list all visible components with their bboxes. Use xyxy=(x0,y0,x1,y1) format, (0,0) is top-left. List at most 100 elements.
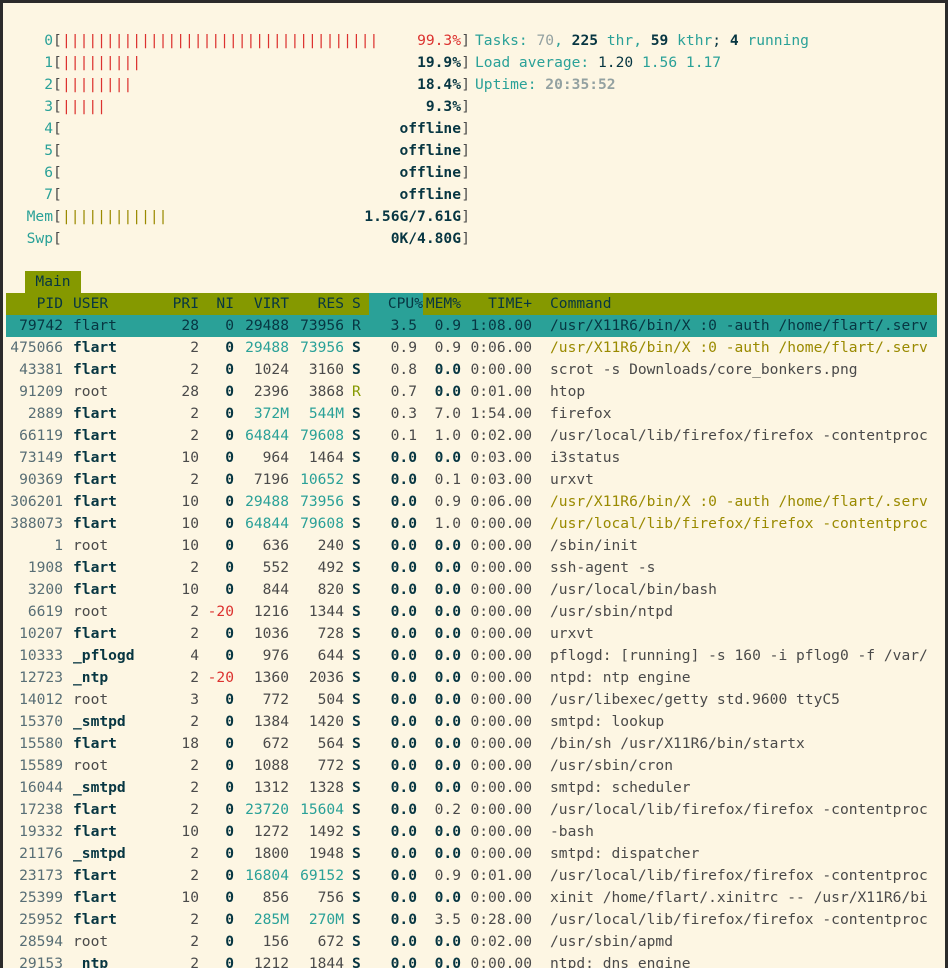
process-pid: 12723 xyxy=(19,669,63,686)
col-pid[interactable]: PID xyxy=(6,293,63,315)
process-row[interactable]: 1 root 10 0 636 240 S 0.0 0.0 0:00.00/sbin/init xyxy=(6,535,937,557)
col-virt[interactable]: VIRT xyxy=(236,293,289,315)
process-s: S xyxy=(352,735,361,752)
column-header: PID USER PRI NI VIRT RES S CPU% MEM% TIM… xyxy=(6,293,937,315)
process-cpu: 0.0 xyxy=(390,889,417,906)
process-pid: 90369 xyxy=(19,471,63,488)
process-s: S xyxy=(352,889,361,906)
process-row[interactable]: 1908 flart 2 0 552 492 S 0.0 0.0 0:00.00 ssh-agent… xyxy=(6,557,937,579)
process-row[interactable]: 25399 flart 10 0 856 756 S 0.0 0.0 0:00.00 xinit /… xyxy=(6,887,937,909)
process-ni: -20 xyxy=(207,669,234,686)
col-pri[interactable]: PRI xyxy=(156,293,199,315)
process-ni: 0 xyxy=(225,537,234,554)
process-row[interactable]: 14012 root 3 0 772 504 S 0.0 0.0 0:00.00/usr/libe… xyxy=(6,689,937,711)
process-res: 504 xyxy=(317,691,344,708)
meter-label: Mem xyxy=(26,208,53,225)
process-pid: 388073 xyxy=(10,515,63,532)
process-s: S xyxy=(352,801,361,818)
process-row[interactable]: 475066 flart 2 0 29488 73956 S 0.9 0.9 0:06.00/us… xyxy=(6,337,937,359)
meter-bar: ||||||||| xyxy=(62,54,142,71)
process-pri: 10 xyxy=(181,537,199,554)
mem-meter: Mem[|||||||||||| 1.56G/7.61G] xyxy=(3,206,473,228)
process-s: S xyxy=(352,581,361,598)
process-row[interactable]: 21176 _smtpd 2 0 1800 1948 S 0.0 0.0 0:00.00 smtpd… xyxy=(6,843,937,865)
process-s: S xyxy=(352,339,361,356)
process-mem: 0.0 xyxy=(434,779,461,796)
process-pri: 2 xyxy=(190,427,199,444)
process-res: 544M xyxy=(308,405,344,422)
process-command: /usr/local/lib/firefox/firefox -contentp… xyxy=(550,911,928,928)
process-pid: 10333 xyxy=(19,647,63,664)
process-command: smtpd: lookup xyxy=(550,713,665,730)
tab-main[interactable]: Main xyxy=(25,271,81,293)
process-row[interactable]: 15580 flart 18 0 672 564 S 0.0 0.0 0:00.00/bin/sh… xyxy=(6,733,937,755)
process-row[interactable]: 10333 _pflogd 4 0 976 644 S 0.0 0.0 0:00.00 pflogd… xyxy=(6,645,937,667)
process-row[interactable]: 23173 flart 2 0 16804 69152 S 0.0 0.9 0:01.00/usr… xyxy=(6,865,937,887)
process-s: S xyxy=(352,933,361,950)
process-s: S xyxy=(352,691,361,708)
cpu-meter-0: 0[|||||||||||||||||||||||||||||||||||| 99… xyxy=(3,30,473,52)
process-virt: 1384 xyxy=(253,713,289,730)
process-command: i3status xyxy=(550,449,621,466)
col-mem[interactable]: MEM% xyxy=(423,293,461,315)
meter-open-bracket: [ xyxy=(53,208,62,225)
process-row[interactable]: 25952 flart 2 0 285M 270M S 0.0 3.5 0:28.00/usr/l… xyxy=(6,909,937,931)
process-virt: 1036 xyxy=(253,625,289,642)
meter-label: 1 xyxy=(44,54,53,71)
process-ni: 0 xyxy=(225,823,234,840)
process-cpu: 0.0 xyxy=(390,911,417,928)
process-pid: 14012 xyxy=(19,691,63,708)
process-row[interactable]: 79742 flart 28 0 29488 73956 R 3.5 0.9 1:08.00/us… xyxy=(6,315,937,337)
process-row[interactable]: 15370 _smtpd 2 0 1384 1420 S 0.0 0.0 0:00.00 smtpd… xyxy=(6,711,937,733)
process-pid: 17238 xyxy=(19,801,63,818)
meter-value: offline xyxy=(399,142,461,159)
meter-open-bracket: [ xyxy=(53,186,62,203)
col-time[interactable]: TIME+ xyxy=(466,293,532,315)
process-row[interactable]: 388073 flart 10 0 64844 79608 S 0.0 1.0 0:00.00/u… xyxy=(6,513,937,535)
col-s[interactable]: S xyxy=(352,293,361,315)
process-ni: 0 xyxy=(225,625,234,642)
process-s: S xyxy=(352,515,361,532)
col-cpu[interactable]: CPU% xyxy=(369,293,423,315)
process-user: flart xyxy=(73,427,117,444)
process-row[interactable]: 2889 flart 2 0 372M 544M S 0.3 7.0 1:54.00 firefox xyxy=(6,403,937,425)
process-row[interactable]: 28594 root 2 0 156 672 S 0.0 0.0 0:02.00/usr/sbin… xyxy=(6,931,937,953)
process-row[interactable]: 19332 flart 10 0 1272 1492 S 0.0 0.0 0:00.00 -bash xyxy=(6,821,937,843)
process-row[interactable]: 90369 flart 2 0 7196 10652 S 0.0 0.1 0:03.00 urxvt xyxy=(6,469,937,491)
process-virt: 636 xyxy=(262,537,289,554)
process-s: S xyxy=(352,845,361,862)
process-mem: 0.0 xyxy=(434,603,461,620)
process-row[interactable]: 91209 root 28 0 2396 3868 R 0.7 0.0 0:01.00 htop xyxy=(6,381,937,403)
process-res: 1420 xyxy=(308,713,344,730)
process-row[interactable]: 43381 flart 2 0 1024 3160 S 0.8 0.0 0:00.00 scrot … xyxy=(6,359,937,381)
col-res[interactable]: RES xyxy=(291,293,344,315)
process-row[interactable]: 66119 flart 2 0 64844 79608 S 0.1 1.0 0:02.00/usr… xyxy=(6,425,937,447)
process-row[interactable]: 12723 _ntp 2 -20 1360 2036 S 0.0 0.0 0:00.00 ntpd:… xyxy=(6,667,937,689)
process-row[interactable]: 17238 flart 2 0 23720 15604 S 0.0 0.2 0:00.00/usr… xyxy=(6,799,937,821)
process-pid: 25399 xyxy=(19,889,63,906)
process-row[interactable]: 15589 root 2 0 1088 772 S 0.0 0.0 0:00.00/usr/sbi… xyxy=(6,755,937,777)
process-ni: 0 xyxy=(225,779,234,796)
process-row[interactable]: 29153 _ntp 2 0 1212 1844 S 0.0 0.0 0:00.00 ntpd: d… xyxy=(6,953,937,968)
process-s: S xyxy=(352,537,361,554)
process-virt: 772 xyxy=(262,691,289,708)
process-res: 73956 xyxy=(300,317,344,334)
col-ni[interactable]: NI xyxy=(201,293,234,315)
process-row[interactable]: 10207 flart 2 0 1036 728 S 0.0 0.0 0:00.00 urxvt xyxy=(6,623,937,645)
process-row[interactable]: 73149 flart 10 0 964 1464 S 0.0 0.0 0:03.00 i3stat… xyxy=(6,447,937,469)
process-row[interactable]: 3200 flart 10 0 844 820 S 0.0 0.0 0:00.00/usr/loc… xyxy=(6,579,937,601)
process-s: S xyxy=(352,867,361,884)
process-s: S xyxy=(352,493,361,510)
process-time: 0:00.00 xyxy=(470,669,532,686)
process-command: pflogd: [running] -s 160 -i pflog0 -f /v… xyxy=(550,647,928,664)
process-virt: 2396 xyxy=(253,383,289,400)
process-mem: 0.9 xyxy=(434,867,461,884)
process-row[interactable]: 6619 root 2 -20 1216 1344 S 0.0 0.0 0:00.00/usr/s… xyxy=(6,601,937,623)
process-virt: 552 xyxy=(262,559,289,576)
col-user[interactable]: USER xyxy=(73,293,108,315)
process-pid: 15580 xyxy=(19,735,63,752)
process-row[interactable]: 16044 _smtpd 2 0 1312 1328 S 0.0 0.0 0:00.00 smtpd… xyxy=(6,777,937,799)
process-command: /usr/sbin/apmd xyxy=(550,933,674,950)
process-row[interactable]: 306201 flart 10 0 29488 73956 S 0.0 0.9 0:06.00/u… xyxy=(6,491,937,513)
col-command[interactable]: Command xyxy=(550,293,612,315)
